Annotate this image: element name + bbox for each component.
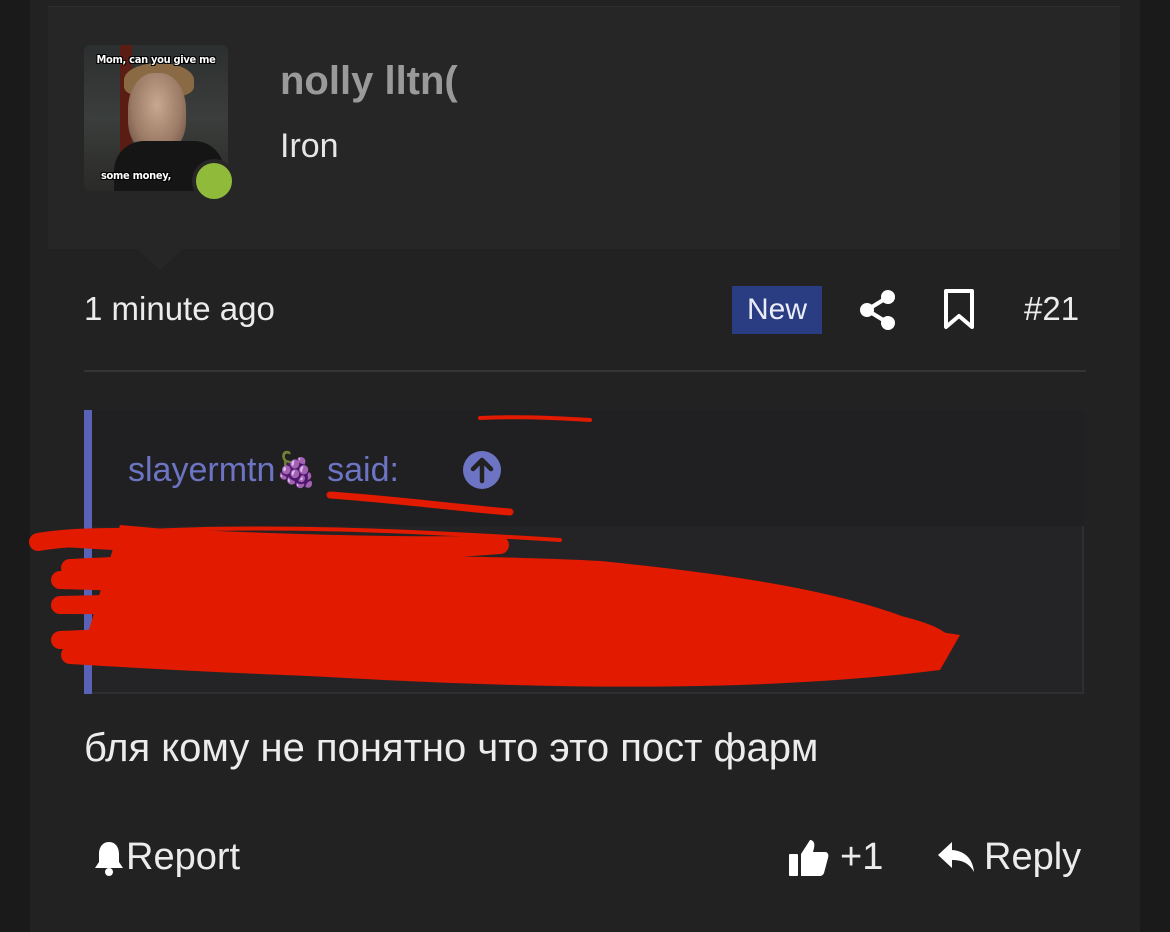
reply-arrow-icon — [938, 841, 974, 872]
reply-button[interactable]: Reply — [936, 836, 1081, 879]
quote-accent-bar — [84, 410, 92, 694]
divider — [84, 370, 1086, 372]
new-badge: New — [732, 286, 822, 334]
forum-post: Mom, can you give me some money, nolly l… — [29, 0, 1140, 932]
report-button[interactable]: Report — [92, 836, 240, 879]
like-count: +1 — [840, 836, 884, 878]
username[interactable]: nolly lltn( — [280, 59, 458, 104]
thumbs-up-icon — [789, 839, 829, 876]
page: Mom, can you give me some money, nolly l… — [0, 0, 1170, 932]
post-timestamp[interactable]: 1 minute ago — [84, 290, 275, 328]
like-button[interactable]: +1 — [788, 836, 883, 879]
user-card: Mom, can you give me some money, nolly l… — [48, 6, 1120, 249]
post-message: бля кому не понятно что это пост фарм — [84, 726, 819, 770]
user-title: Iron — [280, 127, 339, 165]
avatar-caption-bottom: some money, — [100, 169, 172, 182]
share-icon[interactable] — [858, 288, 898, 332]
report-label: Report — [126, 836, 241, 878]
quote-author[interactable]: slayermtn🍇 said: — [128, 450, 399, 490]
bell-icon — [95, 841, 123, 876]
user-card-arrow — [130, 242, 190, 270]
post-number-link[interactable]: #21 — [1024, 290, 1079, 328]
online-status-indicator — [192, 159, 236, 203]
bookmark-icon[interactable] — [942, 288, 976, 330]
avatar-caption-top: Mom, can you give me — [96, 53, 216, 66]
reply-label: Reply — [984, 836, 1082, 878]
arrow-up-circle-icon[interactable] — [462, 450, 502, 490]
